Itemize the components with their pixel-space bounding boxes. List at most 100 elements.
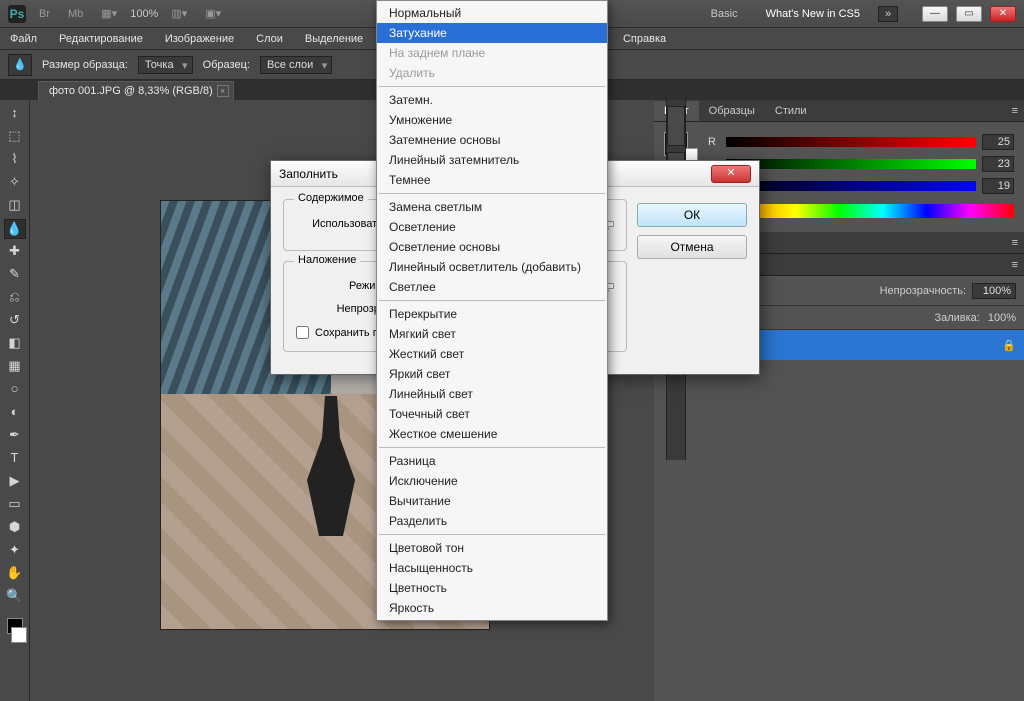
blend-mode-item[interactable]: Вычитание — [377, 491, 607, 511]
history-brush-tool-icon[interactable]: ↺ — [4, 311, 26, 331]
menu-file[interactable]: Файл — [6, 31, 41, 47]
blend-mode-item[interactable]: Затемнение основы — [377, 130, 607, 150]
g-value[interactable]: 23 — [982, 156, 1014, 172]
3dcamera-tool-icon[interactable]: ✦ — [4, 541, 26, 561]
3d-tool-icon[interactable]: ⬢ — [4, 518, 26, 538]
r-slider[interactable] — [726, 137, 976, 147]
menu-layer[interactable]: Слои — [252, 31, 287, 47]
blend-mode-item[interactable]: Осветление основы — [377, 237, 607, 257]
g-slider[interactable] — [726, 159, 976, 169]
dialog-close-button[interactable]: ✕ — [711, 165, 751, 183]
window-maximize-button[interactable]: ▭ — [956, 6, 982, 22]
panel-menu-icon[interactable]: ≡ — [1006, 259, 1024, 271]
tab-swatches[interactable]: Образцы — [699, 101, 765, 121]
document-tab[interactable]: фото 001.JPG @ 8,33% (RGB/8) × — [38, 81, 234, 100]
marquee-tool-icon[interactable]: ⬚ — [4, 127, 26, 147]
cancel-button[interactable]: Отмена — [637, 235, 747, 259]
blend-mode-menu[interactable]: НормальныйЗатуханиеНа заднем планеУдалит… — [376, 0, 608, 621]
blend-mode-item[interactable]: Яркость — [377, 598, 607, 618]
eyedropper-icon: 💧 — [13, 58, 27, 71]
lasso-tool-icon[interactable]: ⌇ — [4, 150, 26, 170]
blend-mode-item[interactable]: Затемн. — [377, 90, 607, 110]
zoom-level[interactable]: 100% — [130, 8, 158, 20]
dodge-tool-icon[interactable]: ◐ — [4, 403, 26, 423]
window-minimize-button[interactable]: — — [922, 6, 948, 22]
eyedropper-tool-icon[interactable]: 💧 — [4, 219, 26, 239]
blend-mode-item[interactable]: Перекрытие — [377, 304, 607, 324]
extras-icon[interactable]: ▣▾ — [200, 4, 226, 23]
menu-separator — [379, 534, 605, 535]
bridge-icon[interactable]: Br — [34, 5, 55, 23]
blend-mode-item[interactable]: Жесткое смешение — [377, 424, 607, 444]
panel-menu-icon[interactable]: ≡ — [1006, 237, 1024, 249]
menu-image[interactable]: Изображение — [161, 31, 238, 47]
blend-mode-item: На заднем плане — [377, 43, 607, 63]
r-value[interactable]: 25 — [982, 134, 1014, 150]
blend-mode-item[interactable]: Замена светлым — [377, 197, 607, 217]
crop-tool-icon[interactable]: ◫ — [4, 196, 26, 216]
ok-button[interactable]: ОК — [637, 203, 747, 227]
type-tool-icon[interactable]: T — [4, 449, 26, 469]
heal-tool-icon[interactable]: ✚ — [4, 242, 26, 262]
sample-size-dropdown[interactable]: Точка — [138, 56, 193, 74]
blend-mode-item[interactable]: Разница — [377, 451, 607, 471]
blur-tool-icon[interactable]: ○ — [4, 380, 26, 400]
blend-mode-item[interactable]: Исключение — [377, 471, 607, 491]
menu-help[interactable]: Справка — [619, 31, 670, 47]
blend-mode-item[interactable]: Разделить — [377, 511, 607, 531]
workspace-basic[interactable]: Basic — [701, 4, 748, 24]
preserve-transparency-checkbox[interactable] — [296, 326, 309, 339]
pen-tool-icon[interactable]: ✒ — [4, 426, 26, 446]
menu-edit[interactable]: Редактирование — [55, 31, 147, 47]
blend-mode-item[interactable]: Жесткий свет — [377, 344, 607, 364]
blend-mode-item[interactable]: Осветление — [377, 217, 607, 237]
blend-mode-item[interactable]: Насыщенность — [377, 558, 607, 578]
dialog-title: Заполнить — [279, 167, 338, 181]
background-color-swatch[interactable] — [11, 627, 27, 643]
blend-mode-item[interactable]: Нормальный — [377, 3, 607, 23]
blend-mode-item[interactable]: Яркий свет — [377, 364, 607, 384]
panel-nub-icon[interactable] — [667, 106, 685, 146]
blend-mode-item[interactable]: Цветность — [377, 578, 607, 598]
sample-dropdown[interactable]: Все слои — [260, 56, 332, 74]
tab-styles[interactable]: Стили — [765, 101, 817, 121]
blend-mode-item[interactable]: Затухание — [377, 23, 607, 43]
b-value[interactable]: 19 — [982, 178, 1014, 194]
blend-mode-item[interactable]: Линейный затемнитель — [377, 150, 607, 170]
document-close-icon[interactable]: × — [217, 85, 229, 97]
eraser-tool-icon[interactable]: ◧ — [4, 334, 26, 354]
brush-tool-icon[interactable]: ✎ — [4, 265, 26, 285]
opacity-field[interactable]: 100% — [972, 283, 1016, 299]
blend-mode-item[interactable]: Светлее — [377, 277, 607, 297]
workspace-whatsnew[interactable]: What's New in CS5 — [756, 4, 870, 24]
screenmode-icon[interactable]: ▦▾ — [96, 4, 122, 23]
path-select-tool-icon[interactable]: ▶ — [4, 472, 26, 492]
shape-tool-icon[interactable]: ▭ — [4, 495, 26, 515]
blend-mode-item[interactable]: Линейный свет — [377, 384, 607, 404]
blend-mode-item[interactable]: Темнее — [377, 170, 607, 190]
minibridge-icon[interactable]: Mb — [63, 5, 88, 23]
panel-menu-icon[interactable]: ≡ — [1006, 105, 1024, 117]
move-tool-icon[interactable]: ↕ — [4, 104, 26, 124]
blend-mode-item[interactable]: Линейный осветлитель (добавить) — [377, 257, 607, 277]
current-tool-icon[interactable]: 💧 — [8, 54, 32, 76]
gradient-tool-icon[interactable]: ▦ — [4, 357, 26, 377]
blend-mode-item[interactable]: Точечный свет — [377, 404, 607, 424]
color-panel-tabs: Цвет Образцы Стили ≡ — [654, 100, 1024, 122]
window-close-button[interactable]: ✕ — [990, 6, 1016, 22]
menu-select[interactable]: Выделение — [301, 31, 367, 47]
fill-label: Заливка: — [934, 312, 979, 324]
stamp-tool-icon[interactable]: ⎌ — [4, 288, 26, 308]
b-slider[interactable] — [726, 181, 976, 191]
hand-tool-icon[interactable]: ✋ — [4, 564, 26, 584]
workspace-more-icon[interactable]: » — [878, 6, 898, 22]
blend-mode-item[interactable]: Цветовой тон — [377, 538, 607, 558]
blend-mode-item[interactable]: Мягкий свет — [377, 324, 607, 344]
blend-mode-item[interactable]: Умножение — [377, 110, 607, 130]
use-label: Использовать: — [296, 218, 386, 230]
wand-tool-icon[interactable]: ✧ — [4, 173, 26, 193]
mode-label: Режим: — [296, 280, 386, 292]
zoom-tool-icon[interactable]: 🔍 — [4, 587, 26, 607]
fill-field[interactable]: 100% — [988, 312, 1016, 324]
arrange-icon[interactable]: ▥▾ — [166, 4, 192, 23]
